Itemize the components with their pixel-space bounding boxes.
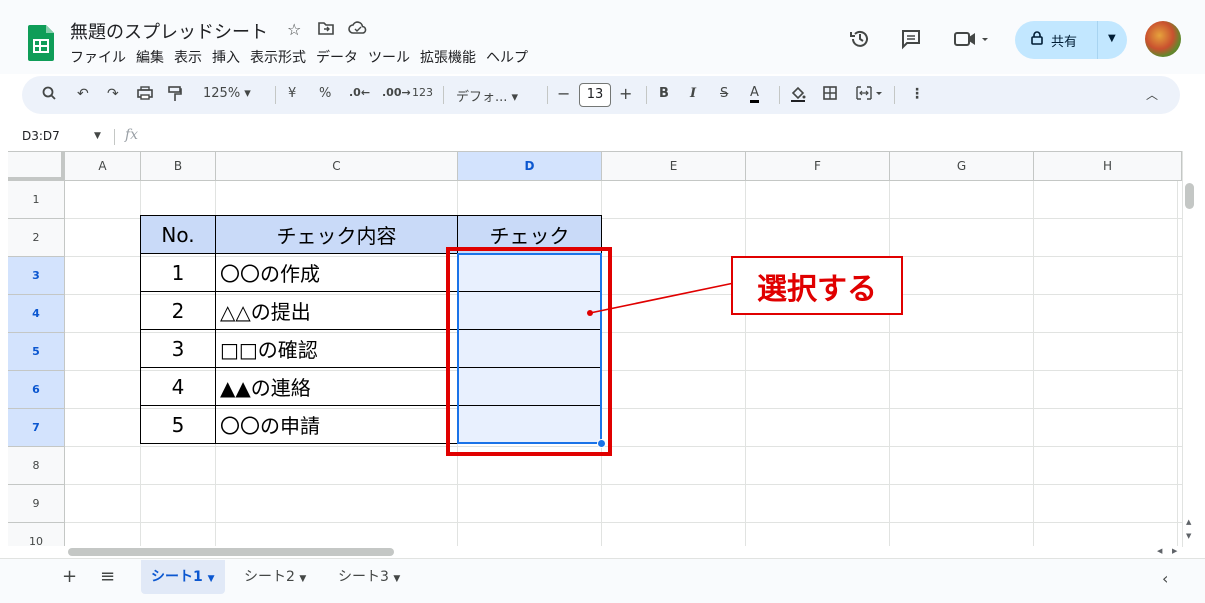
sheets-logo-icon[interactable] [28,25,54,61]
undo-icon[interactable]: ↶ [77,86,89,102]
spreadsheet-grid: A B C D E F G H 1 2 3 4 5 6 7 8 9 10 No.… [8,151,1182,548]
chevron-down-icon: ▼ [393,574,401,584]
menu-help[interactable]: ヘルプ [486,47,528,67]
horizontal-scroll-thumb[interactable] [68,548,394,556]
menu-data[interactable]: データ [316,47,358,67]
strikethrough-button[interactable]: S [720,86,728,101]
merge-cells-icon[interactable] [856,86,884,104]
borders-icon[interactable] [823,86,837,104]
share-divider [1097,21,1098,59]
toolbar-divider [443,86,444,104]
chevron-down-icon[interactable]: ▼ [1108,33,1116,44]
font-size-input[interactable]: 13 [579,83,611,107]
formula-bar [0,124,1205,151]
menu-format[interactable]: 表示形式 [250,47,306,67]
paint-format-icon[interactable] [168,86,182,106]
font-family-value: デフォ... [456,90,508,105]
star-icon[interactable]: ☆ [287,20,301,39]
decrease-font-size-button[interactable]: − [557,84,570,103]
callout-line [587,282,735,316]
toolbar: ↶ ↷ 125% ▾ ¥ % .0← .00→ 123 デフォ... ▾ − 1… [22,76,1180,114]
move-folder-icon[interactable] [318,20,334,39]
sheet-tab-label: シート2 [244,569,295,585]
scroll-left-icon[interactable]: ◀ [1157,547,1162,555]
all-sheets-menu-icon[interactable]: ≡ [100,566,115,587]
name-box[interactable]: D3:D7 [22,129,60,143]
chevron-down-icon: ▼ [299,574,307,584]
comments-icon[interactable] [900,28,922,55]
version-history-icon[interactable] [849,28,871,55]
sheet-tab-3[interactable]: シート3 ▼ [328,560,410,594]
scroll-right-icon[interactable]: ▶ [1172,547,1177,555]
share-button[interactable]: 共有 ▼ [1015,21,1127,59]
fill-color-icon[interactable] [790,86,806,106]
scroll-down-icon[interactable]: ▼ [1186,532,1191,540]
name-box-dropdown-icon[interactable]: ▼ [94,131,101,141]
toolbar-divider [779,86,780,104]
increase-decimal-button[interactable]: .00→ [382,86,411,99]
toolbar-divider [894,86,895,104]
menu-tools[interactable]: ツール [368,47,410,67]
collapse-menus-icon[interactable]: ︿ [1146,86,1158,103]
redo-icon[interactable]: ↷ [107,86,119,102]
lock-icon [1031,31,1043,49]
text-color-button[interactable]: A [750,86,759,103]
sheet-tab-2[interactable]: シート2 ▼ [234,560,316,594]
menu-bar: ファイル 編集 表示 挿入 表示形式 データ ツール 拡張機能 ヘルプ [70,47,528,67]
menu-view[interactable]: 表示 [174,47,202,67]
italic-button[interactable]: I [690,86,696,101]
search-menus-icon[interactable] [42,86,56,104]
cloud-status-icon[interactable] [348,20,368,39]
decrease-decimal-button[interactable]: .0← [349,86,370,99]
menu-insert[interactable]: 挿入 [212,47,240,67]
print-icon[interactable] [137,86,153,104]
chevron-down-icon: ▼ [207,574,215,584]
formula-divider [114,129,115,145]
font-family-select[interactable]: デフォ... ▾ [456,86,518,105]
document-title[interactable]: 無題のスプレッドシート [70,18,268,44]
currency-format-button[interactable]: ¥ [288,86,296,101]
sheet-tab-1[interactable]: シート1 ▼ [141,560,225,594]
bold-button[interactable]: B [659,86,669,101]
sheet-tab-label: シート3 [338,569,389,585]
percent-format-button[interactable]: % [319,86,331,101]
menu-edit[interactable]: 編集 [136,47,164,67]
sheet-tab-label: シート1 [151,569,203,585]
vertical-scroll-thumb[interactable] [1185,183,1194,209]
zoom-value: 125% [203,86,241,101]
meet-video-icon[interactable] [953,28,991,55]
share-label: 共有 [1051,34,1078,50]
increase-font-size-button[interactable]: + [619,84,632,103]
more-formats-button[interactable]: 123 [412,86,433,99]
toolbar-divider [547,86,548,104]
annotation-callout: 選択する [731,256,903,315]
avatar[interactable] [1145,21,1181,57]
fx-icon: fx [125,127,139,143]
explore-collapse-icon[interactable]: ‹ [1162,569,1168,588]
menu-extensions[interactable]: 拡張機能 [420,47,476,67]
toolbar-divider [275,86,276,104]
add-sheet-button[interactable]: + [62,566,77,587]
zoom-select[interactable]: 125% ▾ [203,86,251,101]
toolbar-divider [646,86,647,104]
scroll-up-icon[interactable]: ▲ [1186,518,1191,526]
more-options-icon[interactable]: ⋮ [910,86,924,102]
vertical-scrollbar[interactable] [1182,151,1199,547]
menu-file[interactable]: ファイル [70,47,126,67]
